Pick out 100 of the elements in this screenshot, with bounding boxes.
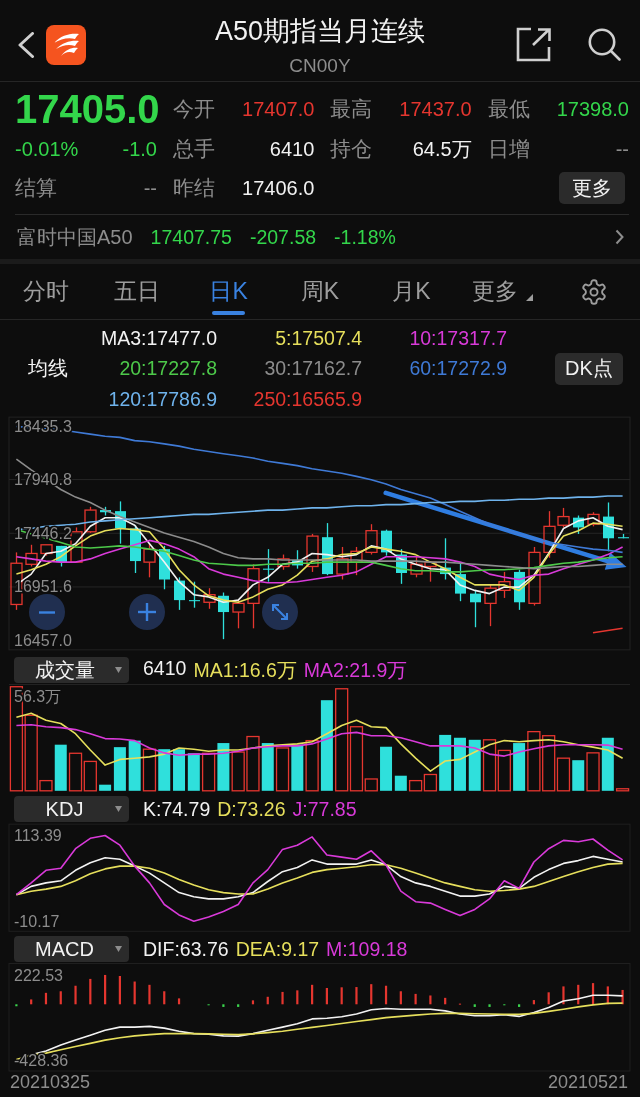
histogram-bar — [237, 1004, 240, 1007]
candlestick — [603, 501, 614, 552]
histogram-bar — [222, 1004, 225, 1007]
candlestick — [189, 581, 200, 609]
histogram-bar — [518, 1004, 521, 1007]
histogram-bar — [591, 983, 595, 1005]
histogram-bar — [488, 1004, 491, 1007]
candlestick — [455, 562, 466, 602]
histogram-bar — [133, 981, 136, 1005]
candlestick — [292, 549, 303, 570]
volume-bar — [231, 751, 245, 792]
candlestick — [174, 576, 185, 611]
stat-value: -- — [143, 176, 157, 200]
legend-value: DEA:9.17 — [235, 937, 320, 961]
zoom-out-button[interactable] — [29, 594, 65, 630]
settings-icon[interactable] — [581, 278, 608, 305]
page-title: A50期指当月连续 — [214, 16, 425, 46]
histogram-bar — [370, 984, 373, 1005]
candlestick — [528, 546, 541, 607]
chevron-right-icon[interactable] — [615, 229, 624, 245]
volume-bar — [246, 735, 260, 792]
more-button[interactable]: 更多 — [559, 172, 625, 204]
volume-bar — [187, 753, 200, 791]
back-icon[interactable] — [17, 31, 35, 58]
candlestick — [159, 545, 170, 590]
stat-label: 最高 — [330, 96, 373, 122]
volume-bar — [453, 737, 466, 791]
ma-legend-value: 60:17272.9 — [409, 357, 507, 380]
histogram-bar — [118, 976, 121, 1005]
volume-bar — [291, 744, 304, 791]
candlestick — [336, 546, 349, 581]
candlestick — [322, 522, 333, 576]
diagonal-arrows-icon — [271, 603, 289, 621]
histogram-bar — [74, 985, 77, 1005]
volume-bar — [201, 752, 216, 792]
volume-bar — [275, 747, 290, 792]
histogram-bar — [281, 991, 284, 1005]
moving-average-line — [592, 627, 624, 634]
app-logo[interactable] — [46, 24, 86, 65]
candlestick — [40, 544, 53, 557]
indicator-selector[interactable]: MACD — [14, 936, 129, 962]
ma-legend-value: 250:16565.9 — [253, 387, 362, 411]
histogram-bar — [399, 991, 402, 1005]
axis-label: 16457.0 — [14, 632, 72, 650]
instrument-code: CN00Y — [289, 56, 351, 76]
ma-legend-value: 20:17227.8 — [119, 357, 217, 380]
histogram-bar — [44, 992, 48, 1005]
candlestick — [587, 511, 600, 527]
histogram-bar — [59, 991, 62, 1005]
period-tab[interactable]: 周K — [274, 264, 366, 319]
histogram-bar — [414, 993, 417, 1005]
candlestick — [84, 506, 97, 534]
search-icon[interactable] — [588, 28, 621, 61]
ma-legend-value: MA3:17477.0 — [101, 326, 217, 350]
legend-value: D:73.26 — [217, 797, 286, 821]
histogram-bar — [577, 984, 580, 1005]
candlestick — [396, 548, 407, 585]
stat-value: 17398.0 — [556, 97, 629, 121]
stat-value: 17407.0 — [242, 97, 315, 121]
candlestick — [247, 563, 260, 629]
period-tab[interactable]: 月K — [365, 264, 458, 319]
histogram-bar — [532, 1000, 535, 1005]
volume-bar — [468, 739, 481, 791]
histogram-bar — [429, 995, 432, 1005]
zoom-in-button[interactable] — [129, 594, 165, 630]
candlestick — [381, 528, 392, 557]
stat-label: 总手 — [173, 136, 215, 162]
candlestick — [115, 500, 126, 545]
volume-bar — [572, 760, 585, 791]
dk-button[interactable]: DK点 — [555, 352, 623, 385]
candlestick — [470, 589, 481, 628]
candlestick — [350, 546, 363, 576]
histogram-bar — [355, 987, 358, 1005]
indicator-selector[interactable]: 成交量 — [14, 657, 129, 683]
candlestick — [573, 514, 584, 535]
period-tab[interactable]: 分时 — [0, 264, 92, 319]
axis-label: 113.39 — [14, 826, 62, 844]
minus-icon — [39, 610, 55, 614]
stat-value: 64.5万 — [412, 136, 472, 162]
expand-button[interactable] — [262, 594, 298, 630]
legend-value: K:74.79 — [143, 797, 211, 821]
histogram-bar — [15, 1004, 18, 1007]
stat-label: 持仓 — [330, 136, 373, 162]
indicator-selector[interactable]: KDJ — [14, 796, 129, 822]
candlestick — [306, 533, 319, 573]
period-tab[interactable]: 五日 — [91, 264, 183, 319]
legend-value: MA2:21.9万 — [303, 657, 408, 683]
stat-value: -- — [615, 137, 629, 161]
volume-bar — [527, 731, 541, 792]
candlestick — [365, 523, 378, 556]
axis-label: 222.53 — [14, 966, 63, 984]
volume-bar — [497, 749, 511, 792]
date-label: 20210521 — [547, 1072, 628, 1092]
share-icon[interactable] — [516, 27, 552, 62]
legend-value: 6410 — [143, 656, 187, 681]
period-tab[interactable]: 日K — [182, 264, 275, 319]
period-menu[interactable]: 更多 — [457, 264, 549, 319]
candlestick — [56, 545, 67, 568]
volume-bar — [158, 749, 171, 791]
dropdown-arrow-icon — [115, 946, 122, 952]
